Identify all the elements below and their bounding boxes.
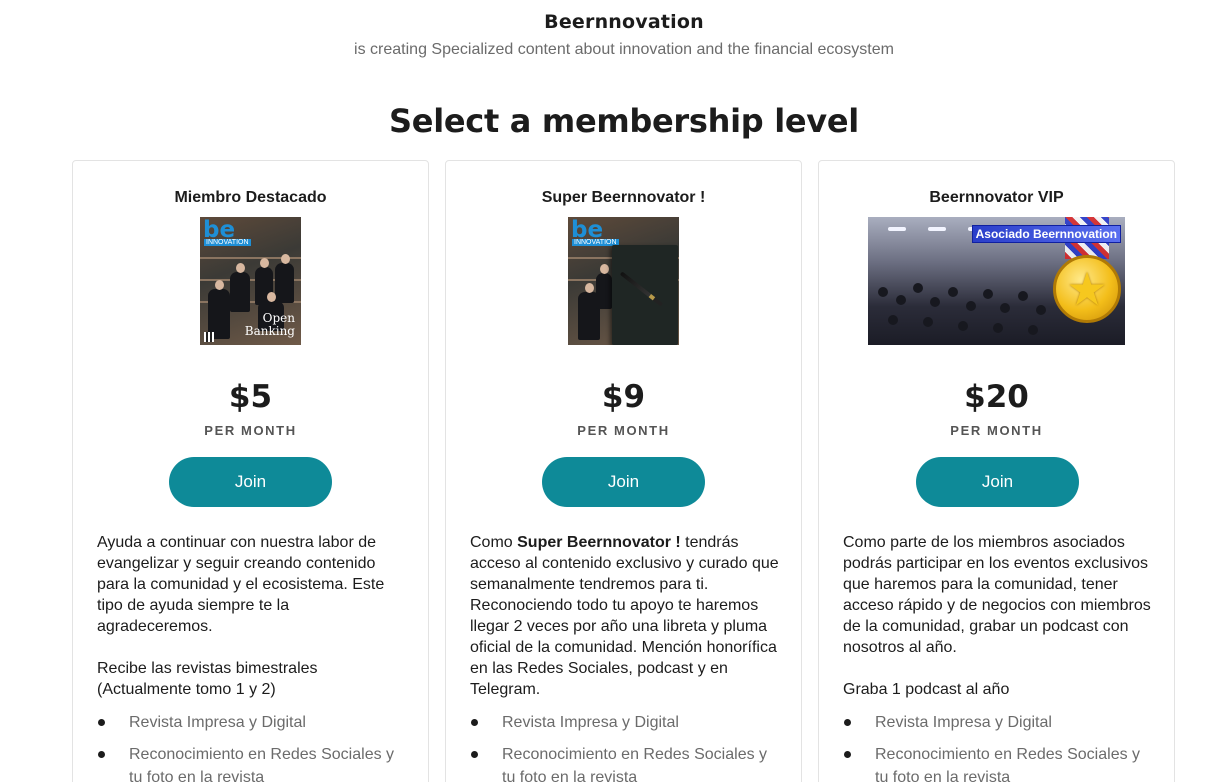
benefit-item: Revista Impresa y Digital	[470, 711, 782, 734]
tier-name-emphasis: Super Beernnovator !	[517, 534, 681, 551]
tier-period: PER MONTH	[204, 423, 297, 438]
tier-description: Como Super Beernnovator ! tendrás acceso…	[470, 532, 782, 782]
tier-card-beernnovator-vip: Beernnovator VIP Asociado Beernnovation	[818, 160, 1175, 782]
join-button[interactable]: Join	[169, 457, 332, 507]
tier-name: Miembro Destacado	[174, 189, 327, 206]
tier-name: Super Beernnovator !	[541, 189, 706, 206]
bullet-icon	[471, 751, 478, 758]
tier-description: Como parte de los miembros asociados pod…	[843, 532, 1155, 782]
event-photo-image: Asociado Beernnovation ★	[868, 217, 1125, 345]
event-banner: Asociado Beernnovation	[971, 225, 1121, 243]
tier-card-super-beernnovator: Super Beernnovator ! be INNOVATION $9 PE…	[445, 160, 802, 782]
benefit-item: Reconocimiento en Redes Sociales y tu fo…	[470, 743, 782, 782]
tier-period: PER MONTH	[577, 423, 670, 438]
join-button[interactable]: Join	[916, 457, 1079, 507]
benefit-list: Revista Impresa y Digital Reconocimiento…	[843, 711, 1155, 782]
creator-tagline: is creating Specialized content about in…	[354, 41, 894, 58]
join-button[interactable]: Join	[542, 457, 705, 507]
magazine-cover-text: Open Banking	[244, 311, 295, 338]
magazine-logo: be	[203, 217, 236, 243]
bullet-icon	[98, 751, 105, 758]
magazine-logo: be	[571, 217, 604, 243]
benefit-list: Revista Impresa y Digital Reconocimiento…	[97, 711, 409, 782]
tier-price: $20	[964, 379, 1029, 415]
creator-name[interactable]: Beernnovation	[0, 11, 1208, 33]
benefit-item: Revista Impresa y Digital	[843, 711, 1155, 734]
bullet-icon	[844, 719, 851, 726]
bullet-icon	[98, 719, 105, 726]
magazine-cover-image: be INNOVATION Open Banking	[200, 217, 301, 345]
bullet-icon	[844, 751, 851, 758]
tier-period: PER MONTH	[950, 423, 1043, 438]
benefit-list: Revista Impresa y Digital Reconocimiento…	[470, 711, 782, 782]
notebook-pen-image: be INNOVATION	[568, 217, 679, 345]
tier-name: Beernnovator VIP	[929, 189, 1064, 206]
magazine-logo-sub: INNOVATION	[204, 239, 251, 246]
tier-card-miembro-destacado: Miembro Destacado be INNOVATION Open Ban…	[72, 160, 429, 782]
bullet-icon	[471, 719, 478, 726]
medal-star-icon: ★	[1053, 255, 1121, 323]
page-title: Select a membership level	[389, 102, 859, 140]
tier-price: $9	[601, 379, 646, 415]
benefit-item: Reconocimiento en Redes Sociales y tu fo…	[843, 743, 1155, 782]
tier-price: $5	[228, 379, 273, 415]
tier-description: Ayuda a continuar con nuestra labor de e…	[97, 532, 409, 782]
benefit-item: Reconocimiento en Redes Sociales y tu fo…	[97, 743, 409, 782]
benefit-item: Revista Impresa y Digital	[97, 711, 409, 734]
